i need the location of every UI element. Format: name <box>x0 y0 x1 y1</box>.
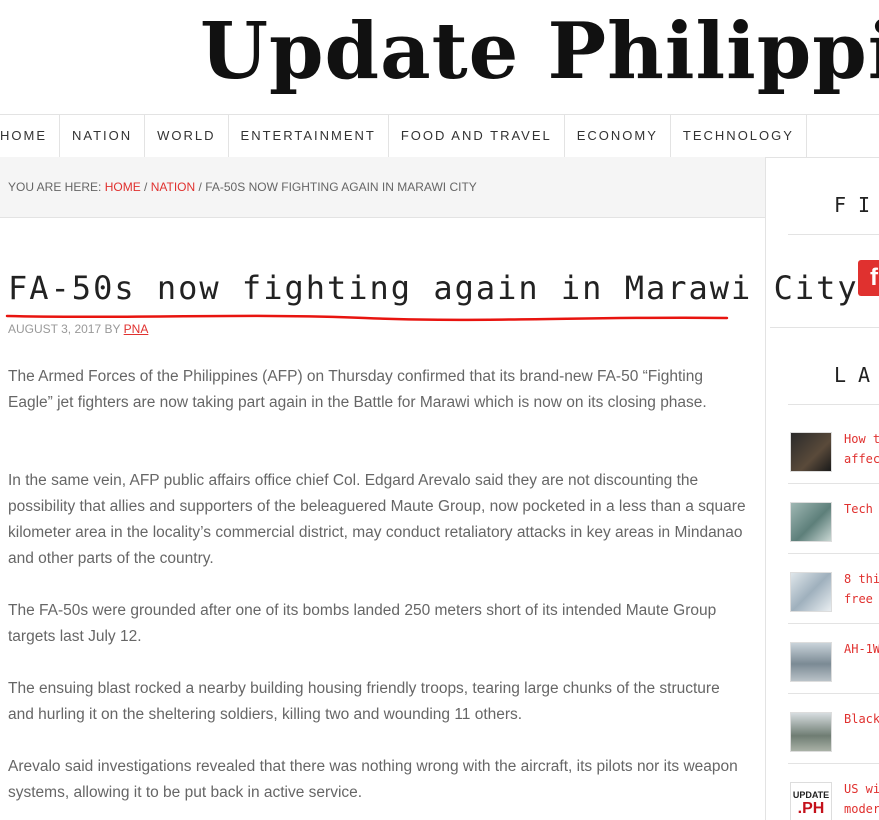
post-title[interactable]: Black <box>844 709 879 729</box>
nav-item-food-and-travel[interactable]: FOOD AND TRAVEL <box>389 115 565 157</box>
nav-item-technology[interactable]: TECHNOLOGY <box>671 115 807 157</box>
nav-item-home[interactable]: HOME <box>0 115 60 157</box>
article-paragraph: The FA-50s were grounded after one of it… <box>8 602 717 645</box>
article-title: FA-50s now fighting again in Marawi City <box>8 269 859 307</box>
latest-widget-title: LA <box>834 363 879 387</box>
post-thumbnail[interactable] <box>790 642 832 682</box>
article-by: BY <box>104 322 121 336</box>
post-title[interactable]: 8 thi free <box>844 569 879 609</box>
post-thumbnail[interactable] <box>790 502 832 542</box>
nav-item-entertainment[interactable]: ENTERTAINMENT <box>229 115 389 157</box>
nav-item-economy[interactable]: ECONOMY <box>565 115 671 157</box>
breadcrumb-prefix: YOU ARE HERE: <box>8 180 102 194</box>
article-paragraph: Arevalo said investigations revealed tha… <box>8 758 738 801</box>
divider <box>788 234 879 235</box>
article-paragraph: The Armed Forces of the Philippines (AFP… <box>8 368 707 411</box>
divider <box>788 404 879 405</box>
breadcrumb: YOU ARE HERE: HOME / NATION / FA-50S NOW… <box>0 157 765 218</box>
update-ph-logo-thumbnail[interactable]: UPDATE .PH <box>790 782 832 820</box>
article-date: AUGUST 3, 2017 <box>8 322 102 336</box>
facebook-icon[interactable]: f <box>858 260 879 296</box>
breadcrumb-home-link[interactable]: HOME <box>105 180 141 194</box>
nav-item-nation[interactable]: NATION <box>60 115 146 157</box>
sidebar: FIN f LA How taffec Tech 8 thifree AH-1W… <box>766 157 879 820</box>
post-thumbnail[interactable] <box>790 432 832 472</box>
thumb-logo-line: UPDATE <box>792 790 830 800</box>
article-meta: AUGUST 3, 2017 BY PNA <box>8 322 148 336</box>
divider <box>788 693 879 694</box>
main-nav: HOME NATION WORLD ENTERTAINMENT FOOD AND… <box>0 114 879 158</box>
article-paragraph: The ensuing blast rocked a nearby buildi… <box>8 680 720 723</box>
breadcrumb-separator: / <box>198 180 202 194</box>
post-title[interactable]: US wi moder <box>844 779 879 819</box>
breadcrumb-current: FA-50S NOW FIGHTING AGAIN IN MARAWI CITY <box>205 180 477 194</box>
breadcrumb-separator: / <box>144 180 148 194</box>
divider <box>770 327 879 328</box>
thumb-logo-line: .PH <box>797 800 825 817</box>
nav-item-world[interactable]: WORLD <box>145 115 229 157</box>
divider <box>788 553 879 554</box>
article-paragraph: In the same vein, AFP public affairs off… <box>8 472 746 567</box>
article-author-link[interactable]: PNA <box>124 322 149 336</box>
divider <box>788 623 879 624</box>
divider <box>788 483 879 484</box>
divider <box>788 763 879 764</box>
post-title[interactable]: How t affec <box>844 429 879 469</box>
post-title[interactable]: AH-1W <box>844 639 879 659</box>
post-thumbnail[interactable] <box>790 712 832 752</box>
site-title[interactable]: Update Philippines <box>200 4 879 104</box>
post-thumbnail[interactable] <box>790 572 832 612</box>
breadcrumb-nation-link[interactable]: NATION <box>151 180 195 194</box>
find-us-widget-title: FIN <box>834 193 879 217</box>
post-title[interactable]: Tech <box>844 499 873 519</box>
